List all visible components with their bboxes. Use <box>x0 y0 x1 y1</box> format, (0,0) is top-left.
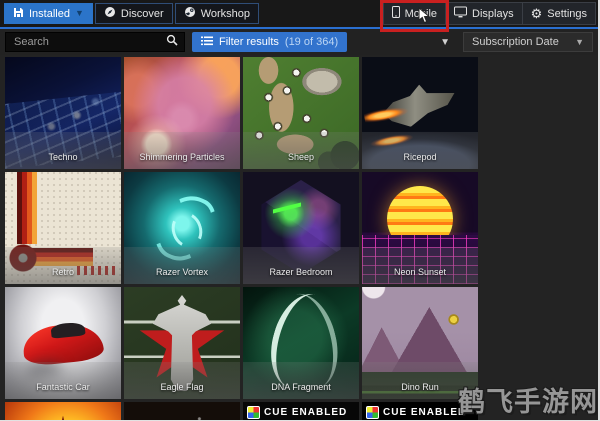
steam-icon <box>184 6 196 21</box>
gear-icon: ⚙ <box>530 6 543 21</box>
tile-label: Ricepod <box>362 132 478 169</box>
tile-label: Fantastic Car <box>5 362 121 399</box>
mouse-cursor <box>418 6 431 27</box>
tile-label: Retro <box>5 247 121 284</box>
chevron-down-icon: ▼ <box>575 37 584 47</box>
wallpaper-tile-fantastic-car[interactable]: Fantastic Car <box>5 287 121 399</box>
wallpaper-tile-neon-sunset[interactable]: Neon Sunset <box>362 172 478 284</box>
tab-label: Installed <box>29 7 70 20</box>
monitor-icon <box>454 6 468 21</box>
mobile-button[interactable]: Mobile <box>379 0 450 32</box>
watermark-text: 鹤飞手游网 <box>458 387 598 417</box>
tab-installed[interactable]: Installed ▼ <box>4 3 93 24</box>
tile-label: Razer Bedroom <box>243 247 359 284</box>
collapse-caret-icon[interactable]: ▼ <box>440 37 450 48</box>
filter-results-button[interactable]: Filter results (19 of 364) <box>192 32 348 52</box>
chevron-down-icon: ▼ <box>74 8 84 18</box>
wallpaper-tile-eagle-flag[interactable]: Eagle Flag <box>124 287 240 399</box>
wallpaper-tile-razer-bedroom[interactable]: Razer Bedroom <box>243 172 359 284</box>
wallpaper-tile-sheep[interactable]: Sheep <box>243 57 359 169</box>
cue-badge-text: CUE ENABLED <box>383 407 467 418</box>
tab-group: Installed ▼ Discover Workshop <box>4 3 260 24</box>
tile-label: Shimmering Particles <box>124 132 240 169</box>
toolbar: Filter results (19 of 364) ▼ Subscriptio… <box>0 29 598 55</box>
tile-label: Sheep <box>243 132 359 169</box>
tile-label: DNA Fragment <box>243 362 359 399</box>
save-icon <box>13 7 24 21</box>
wallpaper-tile-demon-core[interactable]: Demon Core <box>5 402 121 420</box>
wallpaper-tile-dna-fragment[interactable]: DNA Fragment <box>243 287 359 399</box>
wallpaper-tile-techno[interactable]: Techno <box>5 57 121 169</box>
wallpaper-tile-shimmering-particles[interactable]: Shimmering Particles <box>124 57 240 169</box>
icue-logo-icon <box>247 406 260 419</box>
button-label: Settings <box>547 7 587 20</box>
button-label: Displays <box>472 7 514 20</box>
wallpaper-tile-corsair-o-tron[interactable]: CUE ENABLED Corsair-O-Tron <box>243 402 359 420</box>
cue-badge-text: CUE ENABLED <box>264 407 348 418</box>
tab-bar: Installed ▼ Discover Workshop Displays ⚙… <box>0 0 598 32</box>
icue-logo-icon <box>366 406 379 419</box>
tab-discover[interactable]: Discover <box>94 3 173 24</box>
wallpaper-tile-retro[interactable]: Retro <box>5 172 121 284</box>
compass-icon <box>104 6 116 21</box>
wallpaper-tile-deep-space[interactable]: Deep Space <box>124 402 240 420</box>
sort-selected-value: Subscription Date <box>472 36 559 48</box>
tab-label: Discover <box>120 7 164 20</box>
tab-workshop[interactable]: Workshop <box>174 3 260 24</box>
window-buttons: Mobile Displays ⚙ Settings <box>379 0 596 32</box>
wallpaper-tile-ricepod[interactable]: Ricepod <box>362 57 478 169</box>
phone-icon <box>391 6 400 21</box>
tile-label: Eagle Flag <box>124 362 240 399</box>
filter-icon <box>201 36 213 49</box>
filter-label: Filter results <box>219 36 279 48</box>
filter-count: (19 of 364) <box>284 36 339 48</box>
search-icon <box>166 33 178 51</box>
cue-enabled-badge: CUE ENABLED <box>247 406 357 419</box>
displays-button[interactable]: Displays <box>446 2 523 25</box>
search-box <box>5 32 185 52</box>
wallpaper-tile-razer-vortex[interactable]: Razer Vortex <box>124 172 240 284</box>
tile-label: Neon Sunset <box>362 247 478 284</box>
tile-label: Razer Vortex <box>124 247 240 284</box>
tile-label: Techno <box>5 132 121 169</box>
search-input[interactable] <box>12 35 166 49</box>
sort-dropdown[interactable]: Subscription Date ▼ <box>463 32 593 52</box>
wallpaper-grid: Techno Shimmering Particles Sheep Ricepo… <box>0 55 598 420</box>
wallpaper-engine-window: Installed ▼ Discover Workshop Displays ⚙… <box>0 0 600 421</box>
settings-button[interactable]: ⚙ Settings <box>522 2 596 25</box>
wallpaper-tile-dino-run[interactable]: Dino Run <box>362 287 478 399</box>
tab-label: Workshop <box>200 7 251 20</box>
